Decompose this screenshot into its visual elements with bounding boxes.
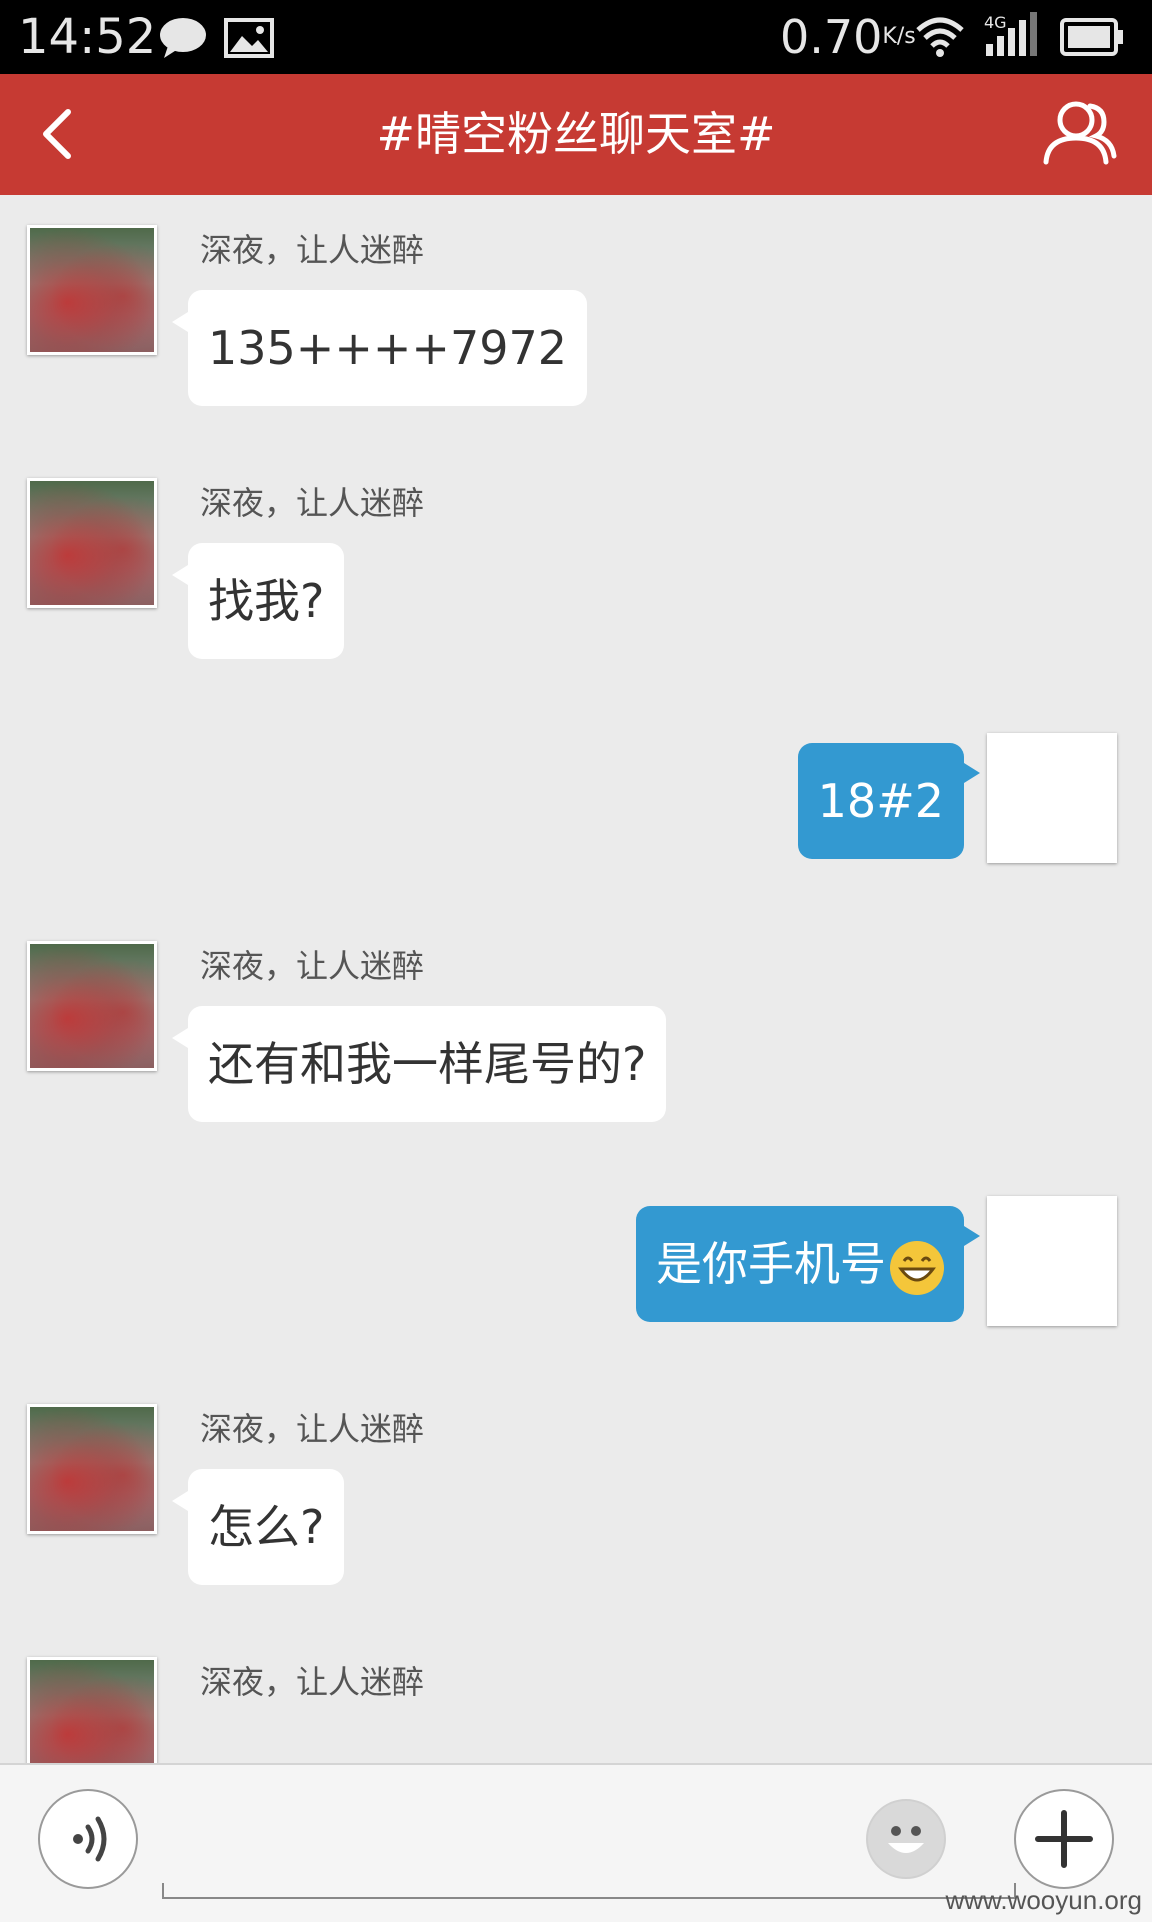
sender-name: 深夜，让人迷醉 [200,231,425,269]
message-bubble[interactable]: 135++++7972 [188,290,588,406]
my-avatar[interactable] [987,733,1117,863]
status-bar: 14:52 0.70K/s 4G [0,0,1152,74]
message-text: 是你手机号 [656,1237,886,1291]
bubble-tail [964,763,980,783]
sender-name: 深夜，让人迷醉 [200,1410,425,1448]
grinning-face-icon [890,1240,944,1295]
sender-avatar[interactable] [27,1404,157,1534]
message-bubble[interactable]: 是你手机号 [636,1206,964,1322]
network-type-label: 4G [984,13,1007,32]
bubble-tail [964,1226,980,1246]
sender-avatar[interactable] [27,1657,157,1763]
watermark: www.wooyun.org [945,1885,1142,1915]
voice-button[interactable] [38,1789,138,1889]
sender-avatar[interactable] [27,941,157,1071]
network-speed-unit: K/s [882,24,916,49]
bubble-tail [172,1491,188,1511]
group-icon[interactable] [1042,98,1118,168]
sender-name: 深夜，让人迷醉 [200,947,425,985]
sender-avatar[interactable] [27,478,157,608]
message-bubble[interactable]: 找我? [188,543,345,659]
network-speed: 0.70K/s [780,10,916,64]
chat-message-list[interactable]: 深夜，让人迷醉 135++++7972 深夜，让人迷醉 找我? 18#2 深夜，… [0,195,1152,1763]
emoji-button[interactable] [866,1799,946,1879]
sender-name: 深夜，让人迷醉 [200,484,425,522]
status-time: 14:52 [18,9,157,65]
bubble-tail [172,565,188,585]
my-avatar[interactable] [987,1196,1117,1326]
voice-icon [73,1816,107,1862]
app-header: #晴空粉丝聊天室# [0,74,1152,195]
battery-icon [1060,18,1123,56]
wifi-icon [916,17,964,57]
message-bubble[interactable]: 18#2 [797,743,964,859]
message-bubble[interactable]: 怎么? [188,1469,345,1585]
signal-icon: 4G [984,12,1037,56]
message-input[interactable] [162,1883,1016,1899]
image-icon [224,18,274,58]
sender-name: 深夜，让人迷醉 [200,1663,425,1701]
message-icon [160,18,206,58]
smiley-icon [888,1826,924,1853]
bubble-tail [172,312,188,332]
network-speed-value: 0.70 [780,10,883,64]
add-button[interactable] [1014,1789,1114,1889]
bubble-tail [172,1028,188,1048]
page-title: #晴空粉丝聊天室# [376,107,776,161]
message-bubble[interactable]: 还有和我一样尾号的? [188,1006,667,1122]
input-bar: www.wooyun.org [0,1763,1152,1922]
plus-icon [1035,1810,1093,1868]
sender-avatar[interactable] [27,225,157,355]
